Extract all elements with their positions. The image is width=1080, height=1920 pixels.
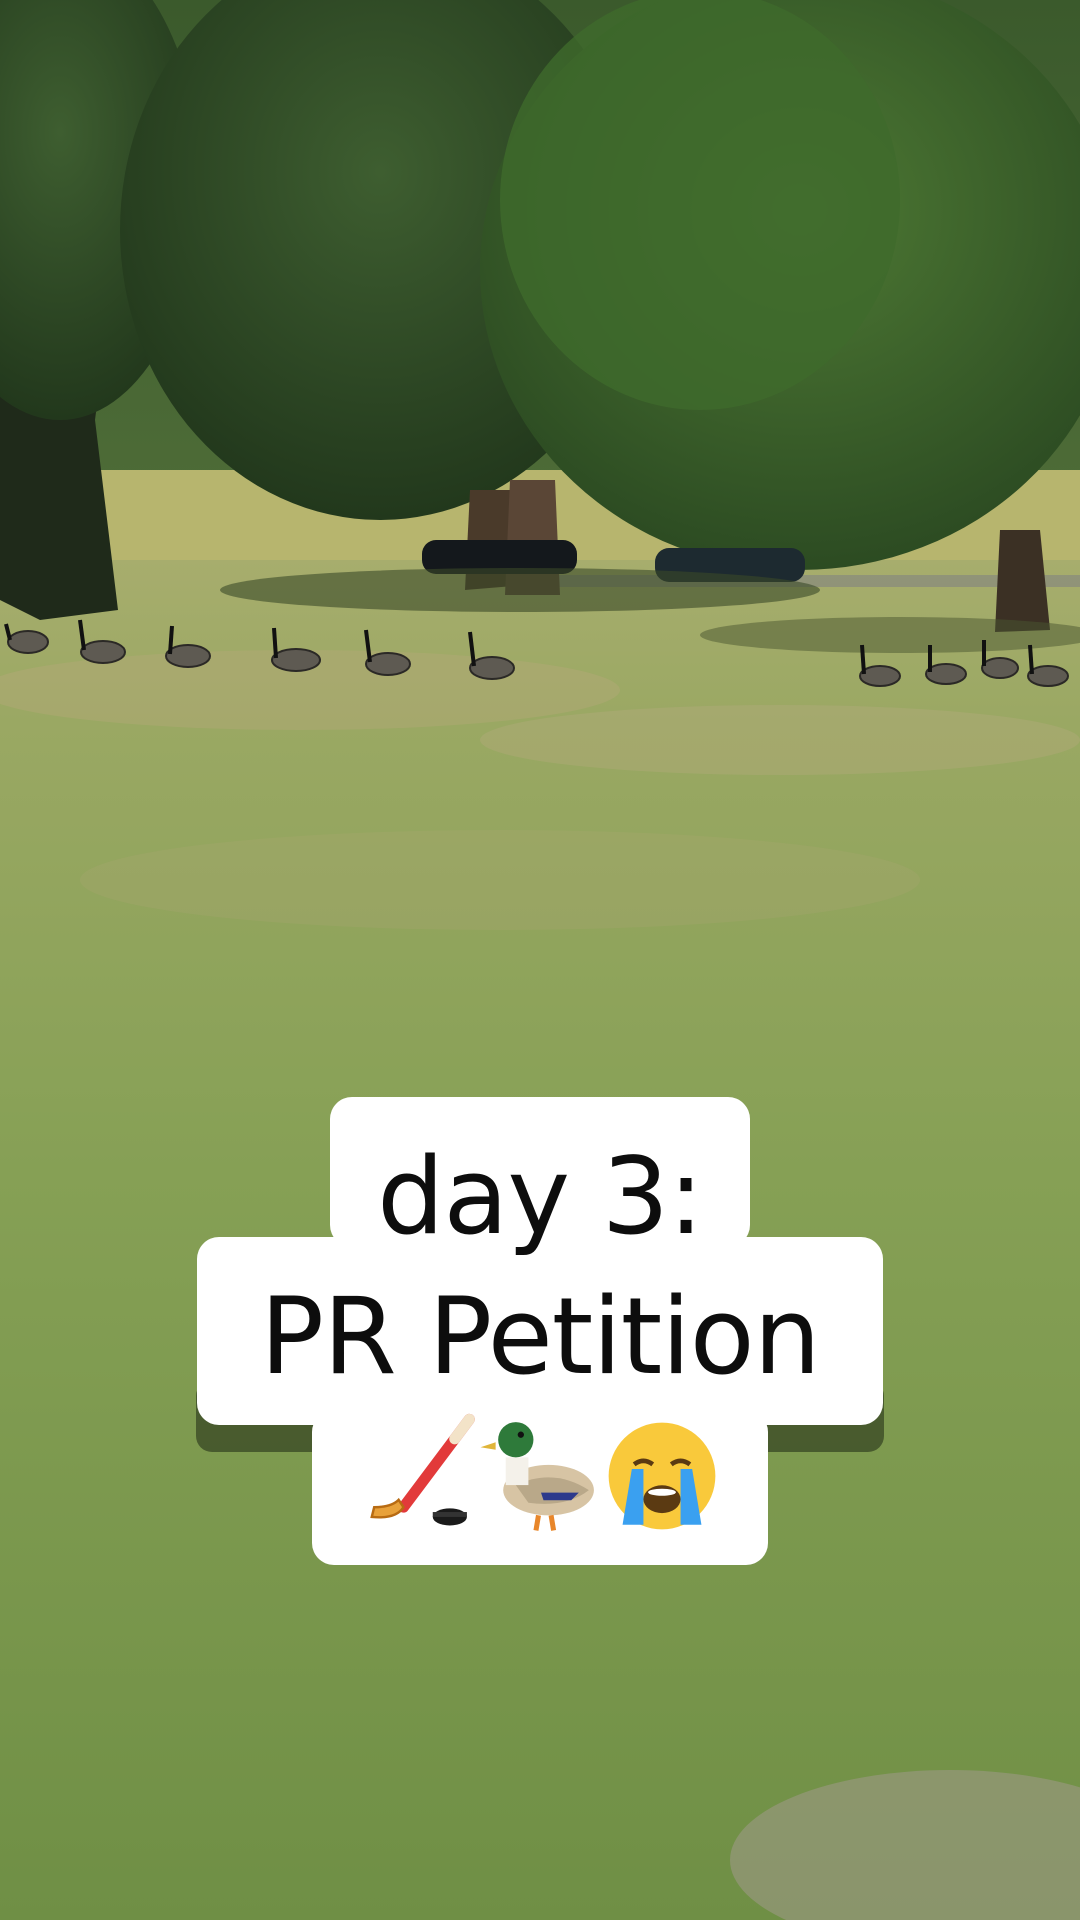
caption-line-1: day 3:: [377, 1135, 704, 1258]
hockey-stick-icon: [370, 1413, 475, 1526]
crying-face-icon: [608, 1422, 716, 1530]
background-photo: [0, 0, 1080, 1920]
caption-line-2: PR Petition: [260, 1275, 821, 1398]
duck-icon: [480, 1422, 594, 1531]
